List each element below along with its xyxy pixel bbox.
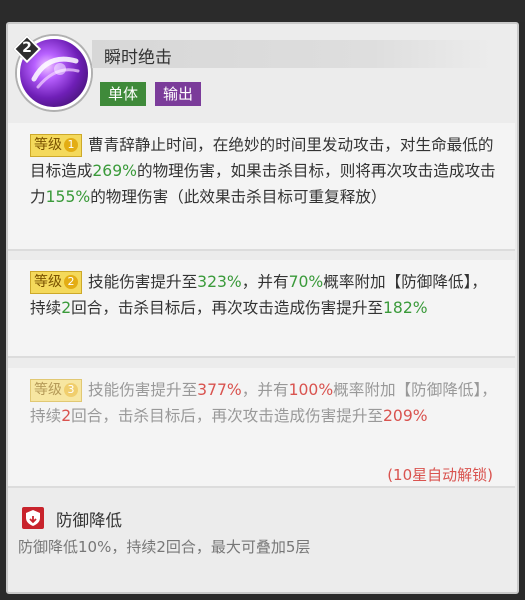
highlight-value: 182% — [383, 299, 428, 317]
unlock-note: (10星自动解锁) — [387, 466, 493, 484]
level-badge: 等级 2 — [30, 271, 82, 294]
effect-description: 防御降低10%，持续2回合，最大可叠加5层 — [18, 538, 311, 556]
level-label: 等级 — [34, 382, 62, 398]
tag-output: 输出 — [155, 82, 202, 106]
highlight-value: 155% — [45, 188, 91, 206]
highlight-value: 100% — [288, 381, 334, 399]
top-band — [0, 0, 525, 22]
description-text: ，并有 — [241, 381, 289, 399]
description-text: ，并有 — [241, 273, 289, 291]
level-2-description: 等级 2 技能伤害提升至323%，并有70%概率附加【防御降低】，持续2回合，击杀目… — [30, 269, 498, 321]
level-badge: 等级 3 — [30, 379, 82, 402]
level-number: 1 — [64, 138, 78, 152]
skill-level-badge: 2 — [12, 34, 42, 64]
description-text: 技能伤害提升至 — [88, 273, 198, 291]
highlight-value: 2 — [61, 407, 72, 425]
level-number: 2 — [64, 275, 78, 289]
level-badge: 等级 1 — [30, 134, 82, 157]
description-text: 回合，击杀目标后，再次攻击造成伤害提升至 — [71, 299, 384, 317]
tag-single: 单体 — [100, 82, 147, 106]
highlight-value: 323% — [197, 273, 242, 291]
highlight-value: 70% — [288, 273, 324, 291]
highlight-value: 269% — [92, 162, 137, 180]
level-number: 3 — [64, 383, 78, 397]
highlight-value: 2 — [61, 299, 72, 317]
level-3-description: 等级 3 技能伤害提升至377%，并有100%概率附加【防御降低】，持续2回合，击杀… — [30, 377, 498, 429]
description-text: 技能伤害提升至 — [88, 381, 198, 399]
effect-title: 防御降低 — [56, 511, 122, 530]
level-1-description: 等级 1 曹青辞静止时间，在绝妙的时间里发动攻击，对生命最低的目标造成269%的物理… — [30, 132, 498, 210]
level-label: 等级 — [34, 274, 62, 290]
level-label: 等级 — [34, 137, 62, 153]
shield-down-icon — [22, 507, 44, 529]
highlight-value: 377% — [197, 381, 242, 399]
description-text: 回合，击杀目标后，再次攻击造成伤害提升至 — [71, 407, 384, 425]
highlight-value: 209% — [383, 407, 428, 425]
description-text: 的物理伤害（此效果击杀目标可重复释放） — [90, 188, 387, 206]
skill-title: 瞬时绝击 — [104, 48, 172, 68]
